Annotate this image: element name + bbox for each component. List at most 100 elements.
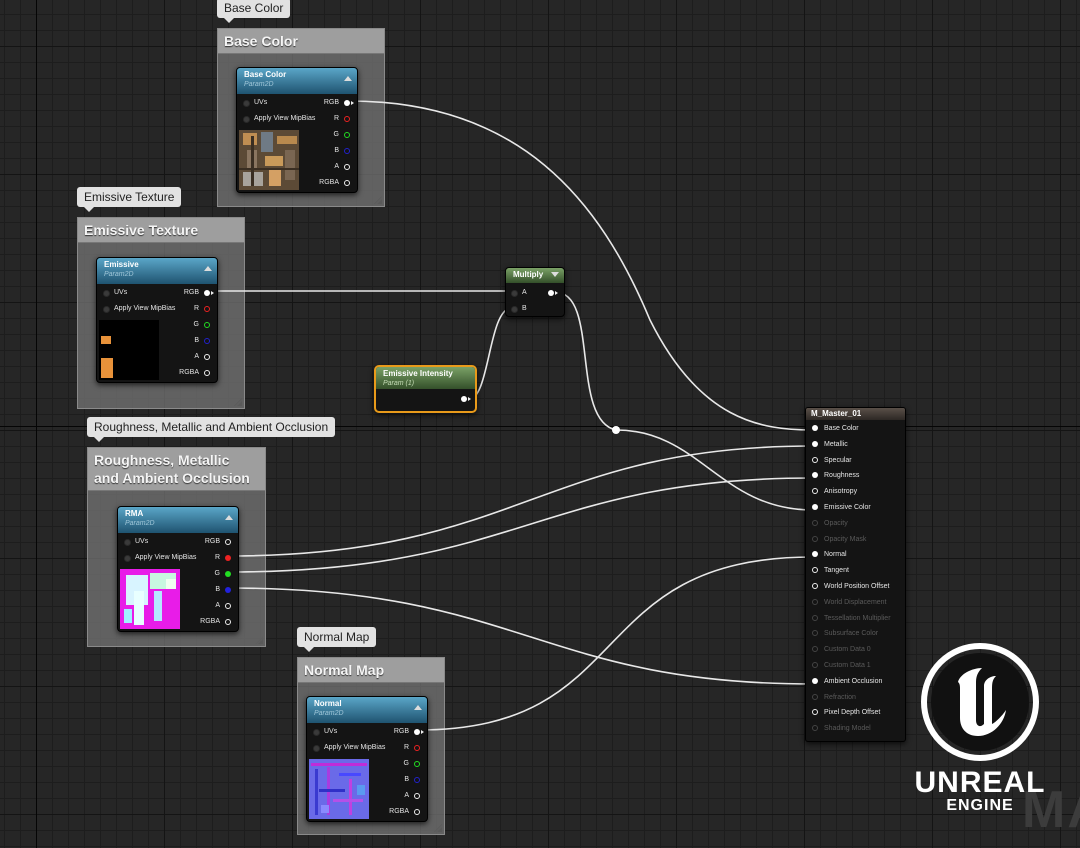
master-pin-label: Anisotropy [824,488,858,496]
material-result-node[interactable]: M_Master_01 Base Color Metallic Specular Ro… [805,407,906,742]
node-header[interactable]: Base Color Param2D [237,68,357,94]
rgb-output-pin[interactable] [414,729,424,735]
uvs-input-pin[interactable] [313,729,320,736]
resize-grip-icon[interactable] [255,636,263,644]
a-output-pin[interactable] [414,793,420,799]
node-header[interactable]: M_Master_01 [806,408,905,420]
node-header[interactable]: Normal Param2D [307,697,427,723]
node-header[interactable]: Multiply [506,268,564,283]
a-output-pin[interactable] [344,164,350,170]
comment-title[interactable]: Base Color [218,29,384,54]
mip-input-pin[interactable] [124,555,131,562]
comment-bubble-emissive[interactable]: Emissive Texture [77,187,182,212]
resize-grip-icon[interactable] [434,824,442,832]
master-input-pin[interactable] [812,488,818,495]
collapse-icon[interactable] [344,76,352,81]
texture-node-base-color[interactable]: Base Color Param2D UVs Apply View MipBia… [236,67,358,193]
master-input-pin[interactable] [812,456,818,463]
mip-input-pin[interactable] [103,306,110,313]
reroute-node[interactable] [612,426,620,434]
master-input-pin[interactable] [812,725,818,732]
b-output-pin[interactable] [414,777,420,783]
node-header[interactable]: Emissive Intensity Param (1) [376,367,475,389]
b-output-pin[interactable] [344,148,350,154]
mip-input-pin[interactable] [313,745,320,752]
b-output-pin[interactable] [225,587,231,593]
comment-title[interactable]: Emissive Texture [78,218,244,243]
rgba-output-pin[interactable] [344,180,350,186]
texture-node-normal[interactable]: Normal Param2D UVs Apply View MipBias RG… [306,696,428,822]
b-output-pin[interactable] [204,338,210,344]
g-output-pin[interactable] [204,322,210,328]
texture-node-rma[interactable]: RMA Param2D UVs Apply View MipBias RGB R… [117,506,239,632]
master-pin-label: Specular [824,456,852,464]
multiply-a-input-pin[interactable] [511,290,518,297]
uvs-input-pin[interactable] [243,100,250,107]
master-input-pin[interactable] [812,519,818,526]
master-input-pin[interactable] [812,662,818,668]
node-header[interactable]: RMA Param2D [118,507,238,533]
node-header[interactable]: Emissive Param2D [97,258,217,284]
r-output-pin[interactable] [414,745,420,751]
multiply-output-pin[interactable] [548,290,558,296]
master-input-pin[interactable] [812,472,818,479]
r-output-pin[interactable] [204,306,210,312]
uvs-input-pin[interactable] [124,539,131,546]
rgb-output-pin[interactable] [204,290,214,296]
wire-rma-r-to-metallic [228,445,814,557]
master-input-pin[interactable] [812,709,818,716]
master-input-pin[interactable] [812,567,818,574]
resize-grip-icon[interactable] [374,196,382,204]
master-input-pin[interactable] [812,535,818,542]
wire-reroute-to-master-emissive [615,429,814,511]
master-input-pin[interactable] [812,583,818,589]
rgba-output-pin[interactable] [225,619,231,625]
scalar-node-emissive-intensity[interactable]: Emissive Intensity Param (1) [374,365,477,413]
master-pin-label: World Position Offset [824,583,890,590]
r-output-pin[interactable] [344,116,350,122]
rgba-output-pin[interactable] [414,809,420,815]
comment-bubble-rma[interactable]: Roughness, Metallic and Ambient Occlusio… [87,417,336,442]
master-input-pin[interactable] [812,646,818,653]
scalar-output-pin[interactable] [461,396,471,402]
master-input-pin[interactable] [812,440,818,447]
r-output-pin[interactable] [225,555,231,561]
node-title: Emissive Intensity [383,369,453,378]
mip-input-pin[interactable] [243,116,250,123]
collapse-icon[interactable] [225,515,233,520]
master-input-pin[interactable] [812,425,818,431]
pin-label: UVs [324,728,338,735]
rgba-output-pin[interactable] [204,370,210,376]
rgb-output-pin[interactable] [344,100,354,106]
g-output-pin[interactable] [225,571,231,577]
master-input-pin[interactable] [812,630,818,637]
master-pin-label: Tangent [824,567,849,575]
g-output-pin[interactable] [414,761,420,767]
master-input-pin[interactable] [812,598,818,605]
pin-label: B [215,586,220,593]
g-output-pin[interactable] [344,132,350,138]
comment-title[interactable]: Normal Map [298,658,444,683]
logo-wordmark-engine: ENGINE [946,797,1014,814]
node-title: Normal [314,699,342,708]
multiply-b-input-pin[interactable] [511,306,518,313]
uvs-input-pin[interactable] [103,290,110,297]
master-input-pin[interactable] [812,551,818,558]
rgb-output-pin[interactable] [225,539,231,545]
collapse-icon[interactable] [551,272,559,277]
master-input-pin[interactable] [812,693,818,700]
a-output-pin[interactable] [204,354,210,360]
comment-title[interactable]: Roughness, Metallic and Ambient Occlusio… [88,448,265,491]
master-input-pin[interactable] [812,504,818,510]
comment-bubble-base-color[interactable]: Base Color [217,0,291,23]
comment-bubble-normal[interactable]: Normal Map [297,627,377,652]
collapse-icon[interactable] [414,705,422,710]
pin-label: Apply View MipBias [114,305,176,312]
master-input-pin[interactable] [812,614,818,621]
texture-node-emissive[interactable]: Emissive Param2D UVs Apply View MipBias … [96,257,218,383]
multiply-node[interactable]: Multiply A B [505,267,565,317]
resize-grip-icon[interactable] [234,398,242,406]
collapse-icon[interactable] [204,266,212,271]
a-output-pin[interactable] [225,603,231,609]
master-input-pin[interactable] [812,677,818,684]
